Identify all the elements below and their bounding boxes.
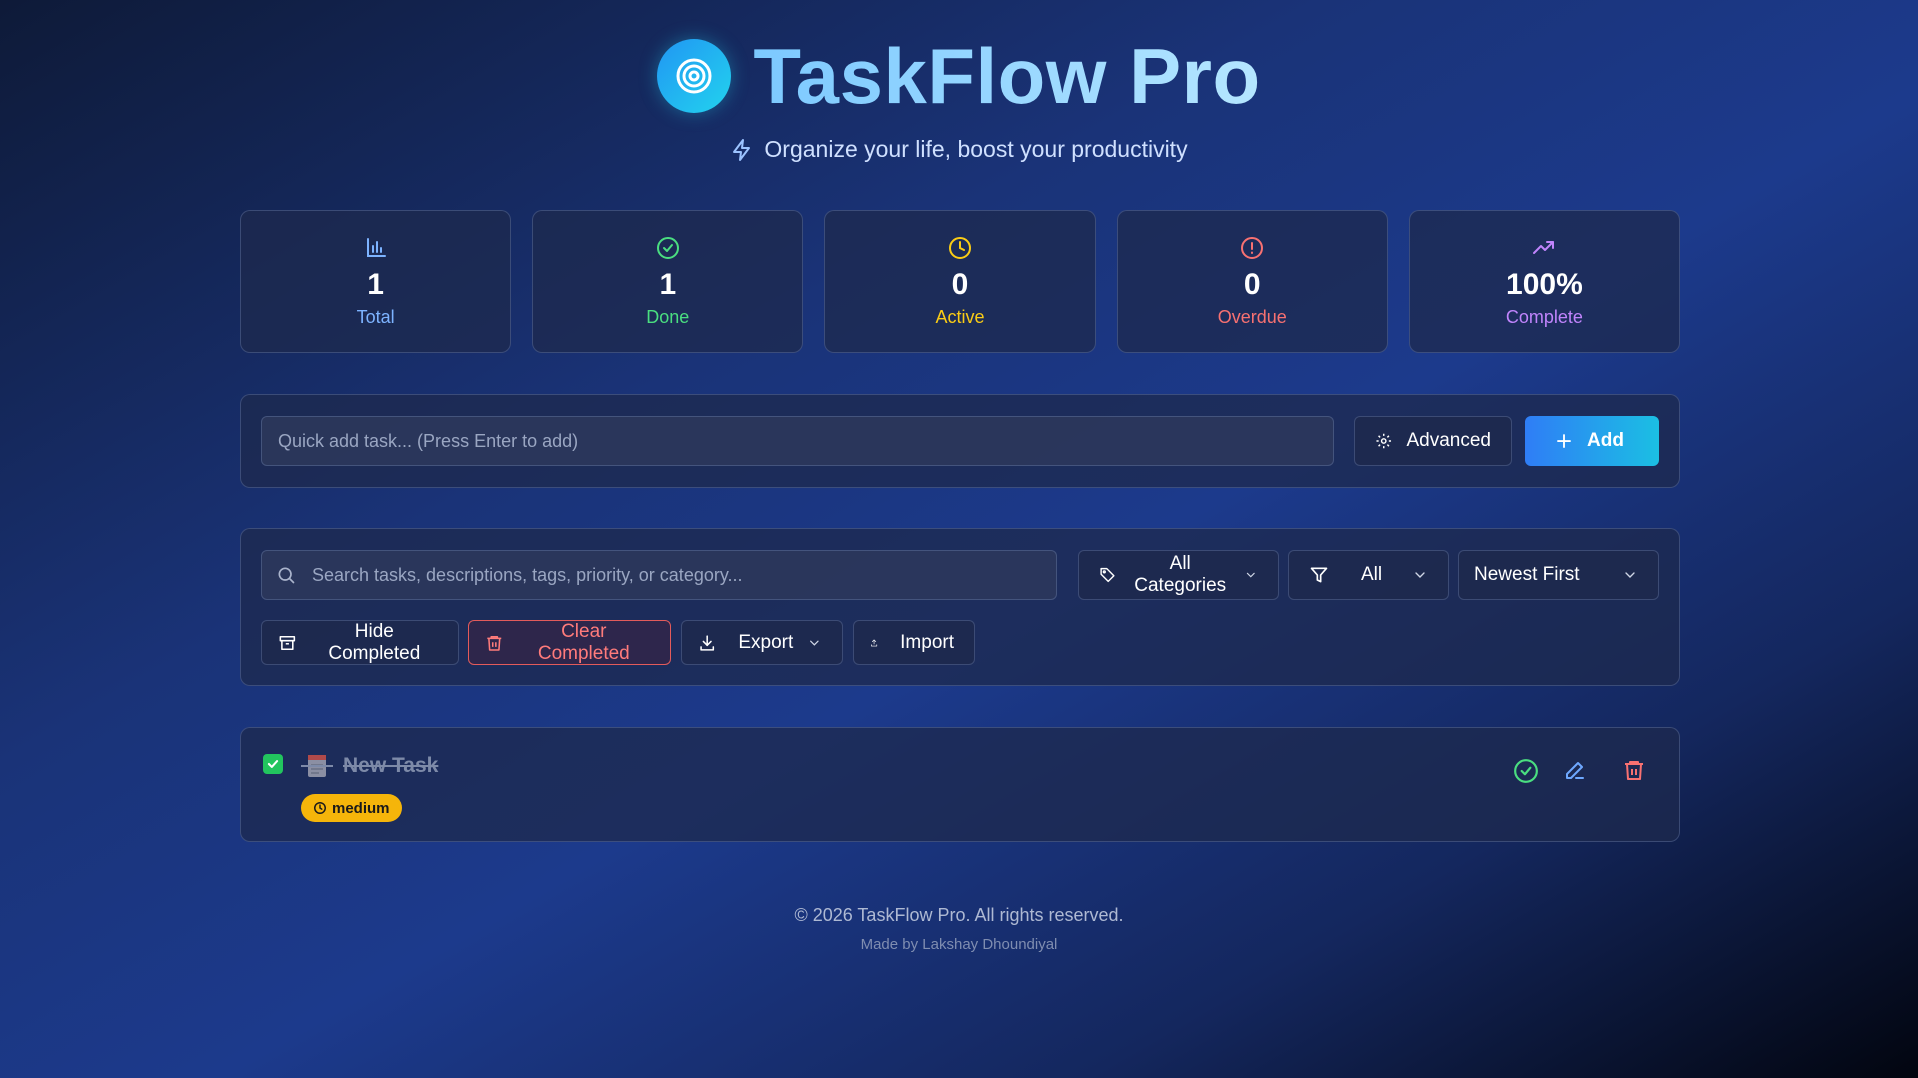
sort-selected: Newest First [1474,564,1580,585]
credit-text: Made by Lakshay Dhoundiyal [860,936,1058,953]
stat-complete-value: 100% [1506,267,1583,301]
stat-active: 0 Active [824,210,1096,353]
add-button[interactable]: Add [1525,416,1659,466]
stat-overdue: 0 Overdue [1116,210,1388,353]
delete-trash-icon[interactable] [1622,758,1646,782]
stat-active-value: 0 [951,267,969,301]
checkmark-icon [267,760,279,768]
hide-completed-label: Hide Completed [328,620,421,664]
toggle-complete-icon[interactable] [1513,758,1539,784]
status-selected: All [1361,564,1383,585]
chevron-down-icon [1247,572,1256,578]
search-input[interactable] [261,550,1057,600]
trash-icon [487,635,502,651]
lightning-icon [733,138,751,161]
subtitle-text: Organize your life, boost your productiv… [764,136,1188,162]
alert-circle-icon [1241,236,1264,259]
export-label: Export [738,631,794,653]
task-title: New Task [343,754,439,777]
stat-complete-label: Complete [1505,306,1583,327]
stats-row: 1 Total 1 Done 0 Active 0 Overdue 100% C… [240,210,1681,353]
download-icon [700,634,715,651]
category-selected: All Categories [1134,553,1227,596]
export-button[interactable]: Export [681,620,843,665]
import-button[interactable]: Import [853,620,975,665]
quick-add-input[interactable] [261,416,1334,466]
plus-icon [1557,434,1571,448]
stat-total-value: 1 [367,267,384,301]
priority-badge: medium [301,794,402,822]
stat-overdue-value: 0 [1243,267,1261,301]
trending-up-icon [1533,240,1555,254]
chevron-down-icon [810,640,819,646]
clear-completed-label: Clear Completed [537,620,630,664]
stat-total-label: Total [356,306,395,327]
clock-icon [314,802,326,814]
clock-icon [949,236,971,259]
archive-icon [279,635,296,650]
gear-icon [1376,433,1392,449]
app-title: TaskFlow Pro [753,32,1261,120]
filter-icon [1310,567,1328,583]
upload-icon [871,639,878,646]
stat-done: 1 Done [532,210,804,353]
stat-done-label: Done [646,306,690,327]
task-notepad-icon [301,752,333,785]
app-header: TaskFlow Pro Organize your life, boost y… [0,34,1918,167]
stat-overdue-label: Overdue [1217,306,1287,327]
stat-done-value: 1 [659,267,677,301]
category-select[interactable]: All Categories [1078,550,1279,600]
edit-pencil-icon[interactable] [1563,758,1587,782]
priority-label: medium [332,799,390,817]
check-circle-icon [656,236,679,259]
search-box [261,550,1057,600]
advanced-button[interactable]: Advanced [1354,416,1512,466]
quick-add-panel: Advanced Add [240,394,1680,488]
task-complete-checkbox[interactable] [263,754,283,774]
stat-active-label: Active [935,306,985,327]
stat-complete: 100% Complete [1408,210,1681,353]
bar-chart-icon [366,237,386,257]
chevron-down-icon [1625,572,1635,578]
copyright-text: © 2026 TaskFlow Pro. All rights reserved… [794,905,1124,925]
stat-total: 1 Total [240,210,512,353]
app-subtitle: Organize your life, boost your productiv… [730,136,1188,163]
brand: TaskFlow Pro [657,34,1260,118]
import-label: Import [900,631,954,653]
status-filter-select[interactable]: All [1288,550,1449,600]
add-label: Add [1587,430,1624,451]
tag-icon [1100,567,1115,583]
hide-completed-button[interactable]: Hide Completed [261,620,459,665]
search-icon [278,567,295,584]
chevron-down-icon [1415,572,1425,578]
clear-completed-button[interactable]: Clear Completed [468,620,671,665]
advanced-label: Advanced [1406,430,1491,451]
task-item: New Task medium [240,727,1680,842]
target-logo-icon [657,39,732,113]
footer: © 2026 TaskFlow Pro. All rights reserved… [0,905,1918,953]
sort-select[interactable]: Newest First [1458,550,1659,600]
filter-panel: All Categories All Newest First Hide Com… [240,528,1680,686]
